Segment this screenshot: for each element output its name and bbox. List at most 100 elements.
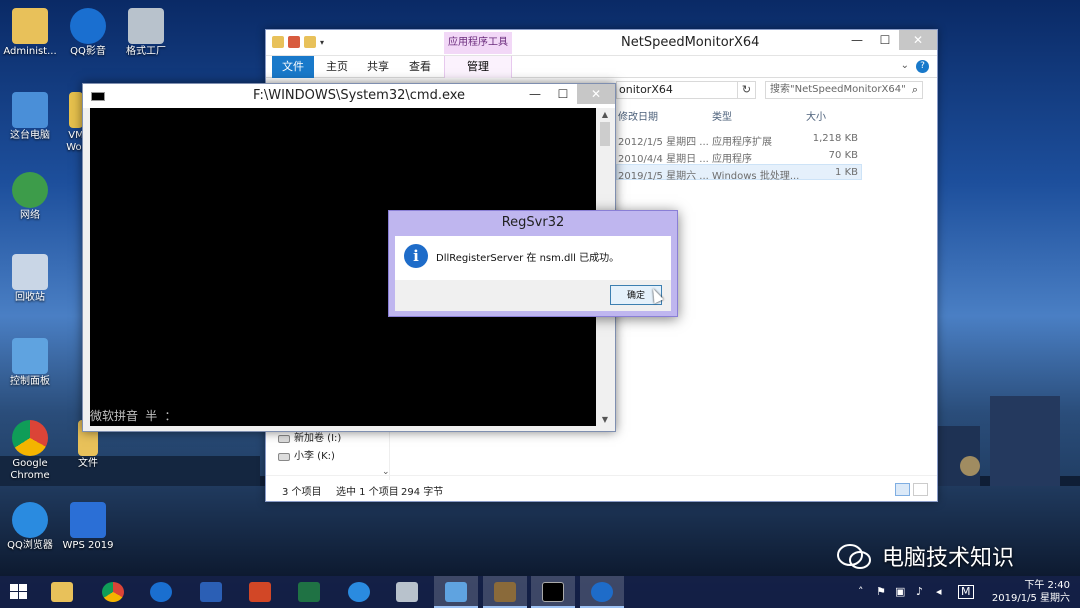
- desktop-icon-network[interactable]: 网络: [0, 172, 60, 222]
- network-icon: [12, 172, 48, 208]
- column-date[interactable]: 修改日期: [618, 108, 658, 123]
- explorer-title: NetSpeedMonitorX64: [621, 35, 760, 50]
- desktop-icon-control-panel[interactable]: 控制面板: [0, 338, 60, 388]
- taskbar-excel[interactable]: [287, 576, 331, 608]
- speaker-icon[interactable]: ◂: [936, 585, 942, 598]
- taskbar-format-factory[interactable]: [385, 576, 429, 608]
- search-input[interactable]: 搜索"NetSpeedMonitorX64" ⌕: [765, 81, 923, 99]
- recycle-bin-icon: [12, 254, 48, 290]
- qq-browser-icon: [12, 502, 48, 538]
- regsvr32-dialog[interactable]: RegSvr32 i DllRegisterServer 在 nsm.dll 已…: [388, 210, 678, 317]
- taskbar-word[interactable]: [189, 576, 233, 608]
- nav-item-label: 新加卷 (I:): [294, 433, 342, 444]
- table-row[interactable]: 2019/1/5 星期六 ... Windows 批处理... 1 KB: [616, 164, 862, 182]
- tray-chevron-up-icon[interactable]: ˄: [858, 585, 864, 598]
- cell-date: 2010/4/4 星期日 ...: [618, 154, 709, 165]
- desktop-icon-admin[interactable]: Administ...: [0, 8, 60, 58]
- desktop-icon-qq-browser[interactable]: QQ浏览器: [0, 502, 60, 552]
- ime-status: 微软拼音 半 ：: [90, 409, 177, 423]
- cell-date: 2019/1/5 星期六 ...: [618, 171, 709, 182]
- desktop-icon-qqplayer[interactable]: QQ影音: [58, 8, 118, 58]
- details-view-icon[interactable]: [895, 483, 910, 496]
- minimize-icon[interactable]: —: [521, 84, 549, 104]
- new-folder-icon[interactable]: [304, 36, 316, 48]
- cell-date: 2012/1/5 星期四 ...: [618, 137, 709, 148]
- column-type[interactable]: 类型: [712, 108, 732, 123]
- desktop-icon-label: WPS 2019: [62, 540, 114, 551]
- desktop-icon-chrome[interactable]: Google Chrome: [0, 420, 60, 482]
- cmd-titlebar[interactable]: F:\WINDOWS\System32\cmd.exe — ☐ ✕: [83, 84, 615, 108]
- cell-type: Windows 批处理...: [712, 171, 800, 182]
- taskbar-film[interactable]: [483, 576, 527, 608]
- properties-icon[interactable]: [288, 36, 300, 48]
- desktop-icon-this-pc[interactable]: 这台电脑: [0, 92, 60, 142]
- taskbar-qq-browser[interactable]: [337, 576, 381, 608]
- desktop-icon-label: QQ影音: [70, 46, 106, 57]
- maximize-icon[interactable]: ☐: [549, 84, 577, 104]
- start-button[interactable]: [0, 576, 44, 608]
- app-tools-context-tab: 应用程序工具: [444, 32, 512, 54]
- tab-view[interactable]: 查看: [409, 56, 431, 78]
- refresh-icon[interactable]: ↻: [737, 82, 755, 98]
- tab-home[interactable]: 主页: [326, 56, 348, 78]
- taskbar-chrome[interactable]: [91, 576, 135, 608]
- folder-icon[interactable]: [272, 36, 284, 48]
- cell-size: 1,218 KB: [812, 133, 858, 144]
- taskbar-regsvr32[interactable]: [580, 576, 624, 608]
- scroll-up-icon[interactable]: ▲: [598, 110, 612, 119]
- taskbar-control-panel[interactable]: [434, 576, 478, 608]
- window-controls: — ☐ ✕: [843, 30, 937, 50]
- volume-icon[interactable]: ♪: [916, 585, 923, 598]
- search-icon[interactable]: ⌕: [912, 82, 918, 98]
- large-icons-view-icon[interactable]: [913, 483, 928, 496]
- quick-access-toolbar: ▾: [272, 36, 324, 48]
- taskbar: ˄ ⚑ ▣ ♪ ◂ M 下午 2:40 2019/1/5 星期六: [0, 576, 1080, 608]
- scroll-down-icon[interactable]: ▼: [598, 415, 612, 424]
- minimize-icon[interactable]: —: [843, 30, 871, 50]
- address-bar[interactable]: onitorX64 ↻: [616, 81, 756, 99]
- chrome-icon: [12, 420, 48, 456]
- info-icon: i: [404, 244, 428, 268]
- explorer-titlebar[interactable]: ▾ 应用程序工具 NetSpeedMonitorX64 — ☐ ✕: [266, 30, 937, 56]
- taskbar-cmd[interactable]: [531, 576, 575, 608]
- tab-share[interactable]: 共享: [367, 56, 389, 78]
- scroll-thumb[interactable]: [600, 122, 610, 146]
- computer-icon: [12, 92, 48, 128]
- desktop-icon-formatfactory[interactable]: 格式工厂: [116, 8, 176, 58]
- tab-file[interactable]: 文件: [272, 56, 314, 78]
- nav-item-label: 小李 (K:): [294, 451, 335, 462]
- desktop-icon-wps[interactable]: WPS 2019: [58, 502, 118, 552]
- table-row[interactable]: 2010/4/4 星期日 ... 应用程序 70 KB: [616, 148, 862, 165]
- window-controls: — ☐ ✕: [521, 84, 615, 104]
- taskbar-explorer[interactable]: [40, 576, 84, 608]
- desktop-icon-label: Administ...: [3, 46, 57, 57]
- taskbar-qqplayer[interactable]: [139, 576, 183, 608]
- watermark-text: 电脑技术知识: [882, 546, 1015, 571]
- desktop-icon-recycle-bin[interactable]: 回收站: [0, 254, 60, 304]
- qq-browser-icon: [348, 582, 370, 602]
- nav-drive-k[interactable]: 小李 (K:): [272, 448, 389, 466]
- cell-type: 应用程序: [712, 154, 752, 165]
- maximize-icon[interactable]: ☐: [871, 30, 899, 50]
- nav-drive-i[interactable]: 新加卷 (I:): [272, 430, 389, 448]
- cell-size: 70 KB: [828, 150, 858, 161]
- table-row[interactable]: 2012/1/5 星期四 ... 应用程序扩展 1,218 KB: [616, 131, 862, 148]
- desktop-icon-label: 格式工厂: [126, 46, 166, 57]
- formatfactory-icon: [396, 582, 418, 602]
- chevron-down-icon[interactable]: ▾: [320, 38, 324, 47]
- windows-logo-icon: [10, 584, 28, 600]
- flag-icon[interactable]: ⚑: [876, 585, 886, 598]
- system-clock[interactable]: 下午 2:40 2019/1/5 星期六: [992, 579, 1070, 605]
- network-tray-icon[interactable]: ▣: [895, 585, 905, 598]
- close-icon[interactable]: ✕: [577, 84, 615, 104]
- ime-lang-indicator[interactable]: M: [958, 585, 974, 599]
- expand-ribbon-icon[interactable]: ⌄: [901, 60, 909, 71]
- status-selected: 选中 1 个项目: [336, 487, 399, 498]
- taskbar-powerpoint[interactable]: [238, 576, 282, 608]
- column-size[interactable]: 大小: [806, 108, 826, 123]
- chrome-icon: [102, 582, 124, 602]
- close-icon[interactable]: ✕: [899, 30, 937, 50]
- help-icon[interactable]: ?: [916, 60, 929, 73]
- tab-manage[interactable]: 管理: [444, 56, 512, 78]
- cell-type: 应用程序扩展: [712, 137, 772, 148]
